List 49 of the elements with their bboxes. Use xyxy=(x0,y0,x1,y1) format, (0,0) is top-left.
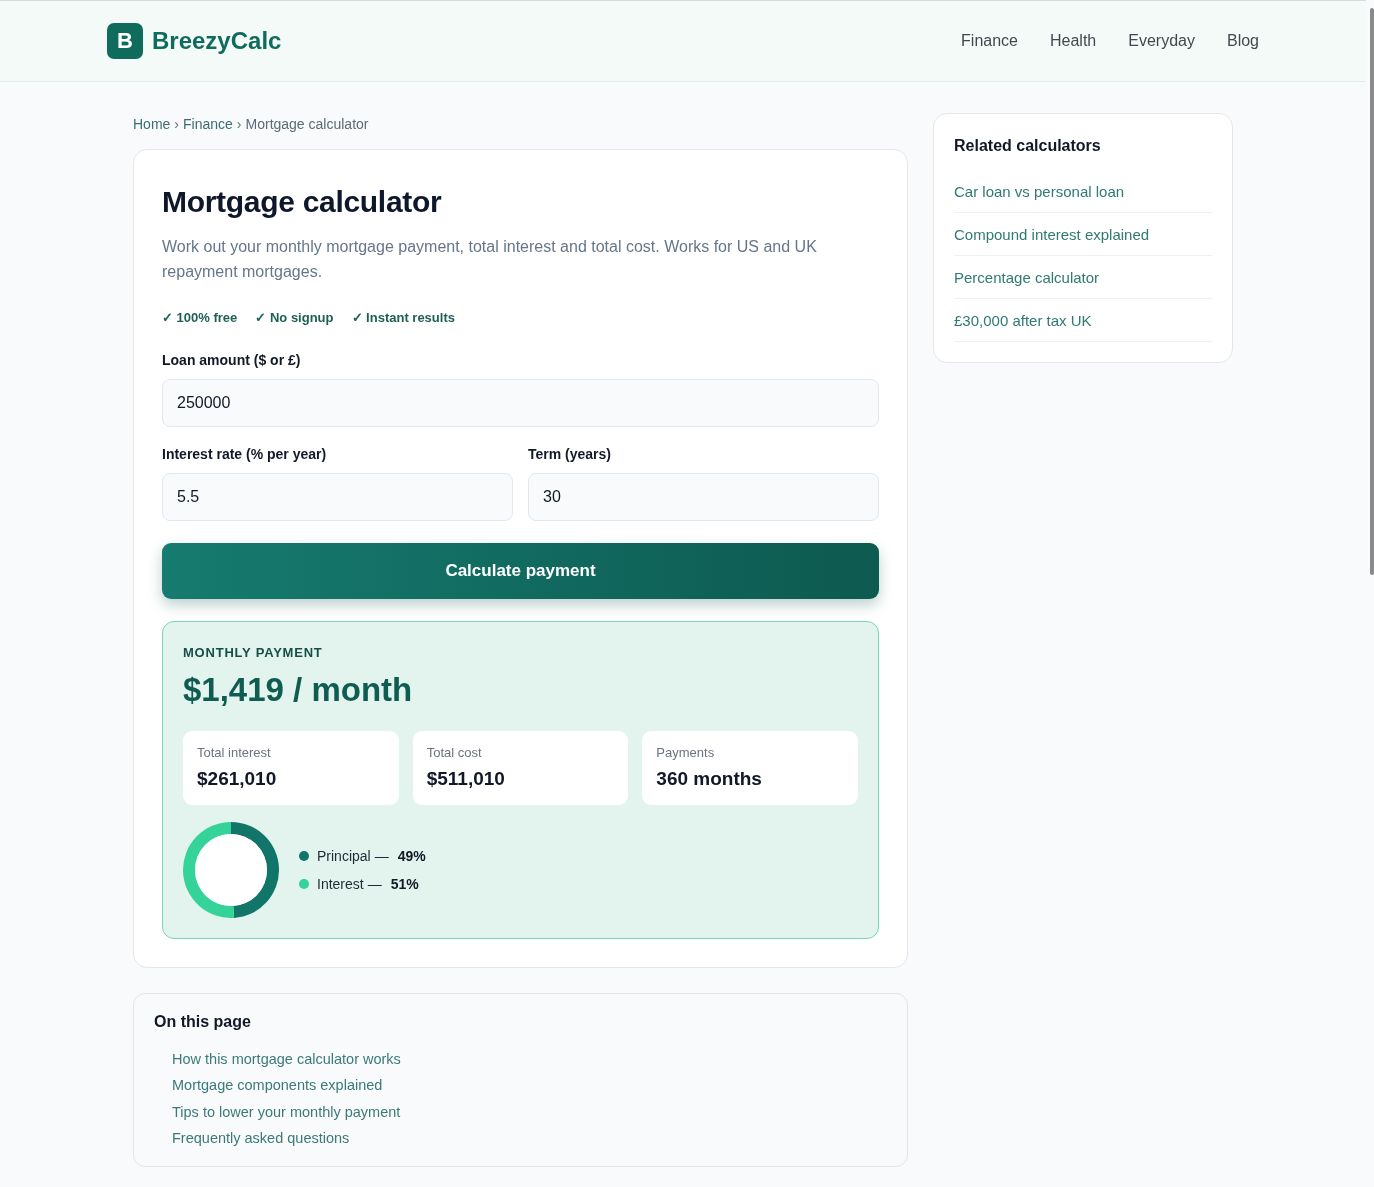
field-label: Loan amount ($ or £) xyxy=(162,351,302,370)
logo-mark: B xyxy=(107,23,143,59)
breadcrumb-separator: › xyxy=(174,115,180,134)
site-name[interactable]: BreezyCalc xyxy=(152,26,282,56)
contents-link[interactable]: How this mortgage calculator works xyxy=(172,1046,401,1073)
contents-link[interactable]: Frequently asked questions xyxy=(172,1125,350,1152)
legend-label: Interest xyxy=(317,875,364,894)
related-link[interactable]: £30,000 after tax UK xyxy=(954,312,1092,329)
contents-link[interactable]: Tips to lower your monthly payment xyxy=(172,1098,401,1126)
legend-separator: — xyxy=(374,847,389,866)
field-label: Term (years) xyxy=(528,445,612,464)
legend-label: Principal xyxy=(317,847,371,866)
contents-link[interactable]: Mortgage components explained xyxy=(172,1072,383,1099)
page-description: Work out your monthly mortgage payment, total interest and total cost. Works for US and UK repayment mortgages. xyxy=(162,237,818,282)
contents-title: On this page xyxy=(154,1012,252,1032)
nav-link[interactable]: Everyday xyxy=(1128,30,1195,52)
feature-label: ✓ No signup xyxy=(255,309,334,327)
nav-link[interactable]: Finance xyxy=(961,30,1018,52)
monthly-payment: $1,419 / month xyxy=(183,671,414,709)
breadcrumb-current: Mortgage calculator xyxy=(245,115,369,134)
related-link[interactable]: Compound interest explained xyxy=(954,226,1150,243)
page-title: Mortgage calculator xyxy=(162,184,443,220)
stat-value: 360 months xyxy=(656,767,763,791)
calculate-button[interactable]: Calculate payment xyxy=(162,543,879,599)
nav-link[interactable]: Blog xyxy=(1226,30,1259,52)
donut-hole xyxy=(195,834,267,906)
breadcrumb-separator: › xyxy=(236,115,242,134)
related-link[interactable]: Percentage calculator xyxy=(954,269,1100,286)
legend-separator: — xyxy=(367,875,382,894)
number-field[interactable]: 30 xyxy=(528,473,879,521)
scrollbar-thumb[interactable] xyxy=(1370,8,1374,575)
stat-value: $261,010 xyxy=(197,767,278,791)
result-heading: MONTHLY PAYMENT xyxy=(183,644,324,662)
related-link[interactable]: Car loan vs personal loan xyxy=(954,183,1125,200)
legend-value: 51% xyxy=(390,875,419,894)
feature-label: ✓ Instant results xyxy=(351,309,455,327)
breadcrumb-link[interactable]: Finance xyxy=(183,113,233,135)
nav-link[interactable]: Health xyxy=(1050,30,1097,52)
number-field[interactable]: 250000 xyxy=(162,379,879,427)
field-label: Interest rate (% per year) xyxy=(162,445,328,464)
related-title: Related calculators xyxy=(954,136,1102,156)
feature-label: ✓ 100% free xyxy=(162,309,238,327)
legend-value: 49% xyxy=(397,847,426,866)
breadcrumb-link[interactable]: Home xyxy=(133,113,171,135)
stat-label: Payments xyxy=(656,744,716,762)
number-field[interactable]: 5.5 xyxy=(162,473,513,521)
stat-label: Total interest xyxy=(197,744,272,762)
stat-label: Total cost xyxy=(426,744,483,762)
stat-value: $511,010 xyxy=(426,767,506,791)
